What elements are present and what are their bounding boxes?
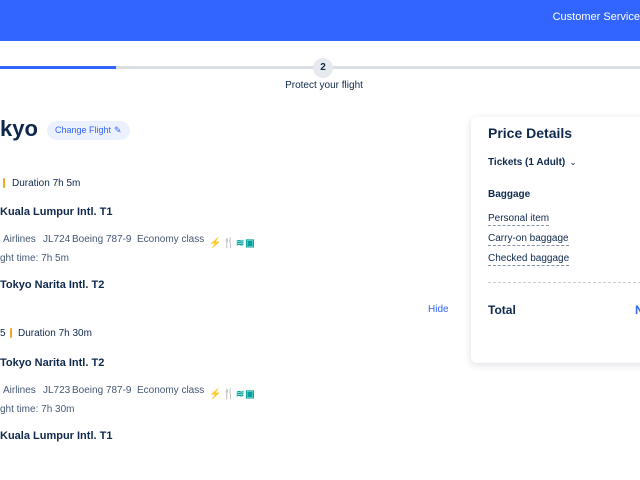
entertainment-icon: ▣ (245, 238, 255, 249)
meal-icon: 🍴 (222, 238, 235, 249)
personal-item-link[interactable]: Personal item (488, 213, 550, 226)
inbound-duration: Duration 7h 30m (18, 328, 92, 339)
inbound-flight-no: JL723 (43, 385, 71, 396)
change-flight-label: Change Flight (55, 125, 112, 135)
page-title-destination: kyo (0, 116, 38, 141)
outbound-airline: Airlines (3, 234, 36, 245)
change-flight-button[interactable]: Change Flight ✎ (47, 121, 130, 140)
price-details-title: Price Details (488, 125, 573, 141)
checked-baggage-link[interactable]: Checked baggage (488, 253, 570, 266)
step-label: Protect your flight (285, 80, 363, 91)
outbound-aircraft: Boeing 787-9 (72, 234, 132, 245)
inbound-amenities: ⚡🍴≋▣ (209, 384, 256, 400)
top-header: Customer Service (0, 0, 640, 41)
inbound-airline: Airlines (3, 385, 36, 396)
outbound-amenities: ⚡🍴≋▣ (209, 233, 256, 249)
inbound-arrive-airport: Kuala Lumpur Intl. T1 (0, 430, 113, 442)
pencil-icon: ✎ (114, 125, 122, 135)
price-details-panel: Price Details Tickets (1 Adult) ⌄ Baggage… (471, 117, 640, 363)
inbound-cabin: Economy class (137, 385, 205, 396)
layover-marker (3, 178, 5, 188)
outbound-duration: Duration 7h 5m (12, 178, 81, 189)
outbound-arrive-airport: Tokyo Narita Intl. T2 (0, 279, 105, 291)
outbound-cabin: Economy class (137, 234, 205, 245)
wifi-icon: ≋ (235, 238, 245, 249)
hide-details-link[interactable]: Hide (428, 304, 449, 315)
inbound-duration-prefix: 5 (0, 328, 6, 339)
outbound-flight-time: ght time: 7h 5m (0, 253, 69, 264)
inbound-depart-airport: Tokyo Narita Intl. T2 (0, 357, 105, 369)
outbound-depart-airport: Kuala Lumpur Intl. T1 (0, 206, 113, 218)
outbound-flight-no: JL724 (43, 234, 71, 245)
meal-icon: 🍴 (222, 389, 235, 400)
total-value: N (635, 303, 640, 317)
wifi-icon: ≋ (235, 389, 245, 400)
total-label: Total (488, 303, 516, 317)
power-icon: ⚡ (209, 238, 222, 249)
inbound-flight-time: ght time: 7h 30m (0, 404, 75, 415)
layover-marker (10, 328, 12, 338)
carry-on-baggage-link[interactable]: Carry-on baggage (488, 233, 569, 246)
customer-service-link[interactable]: Customer Service (553, 11, 640, 23)
divider (488, 282, 640, 283)
power-icon: ⚡ (209, 389, 222, 400)
entertainment-icon: ▣ (245, 389, 255, 400)
chevron-down-icon: ⌄ (569, 157, 577, 167)
tickets-label: Tickets (1 Adult) (488, 157, 566, 168)
step-number: 2 (313, 58, 333, 78)
baggage-heading: Baggage (488, 189, 531, 200)
inbound-aircraft: Boeing 787-9 (72, 385, 132, 396)
tickets-dropdown[interactable]: Tickets (1 Adult) ⌄ (488, 157, 577, 168)
progress-fill (0, 66, 116, 69)
